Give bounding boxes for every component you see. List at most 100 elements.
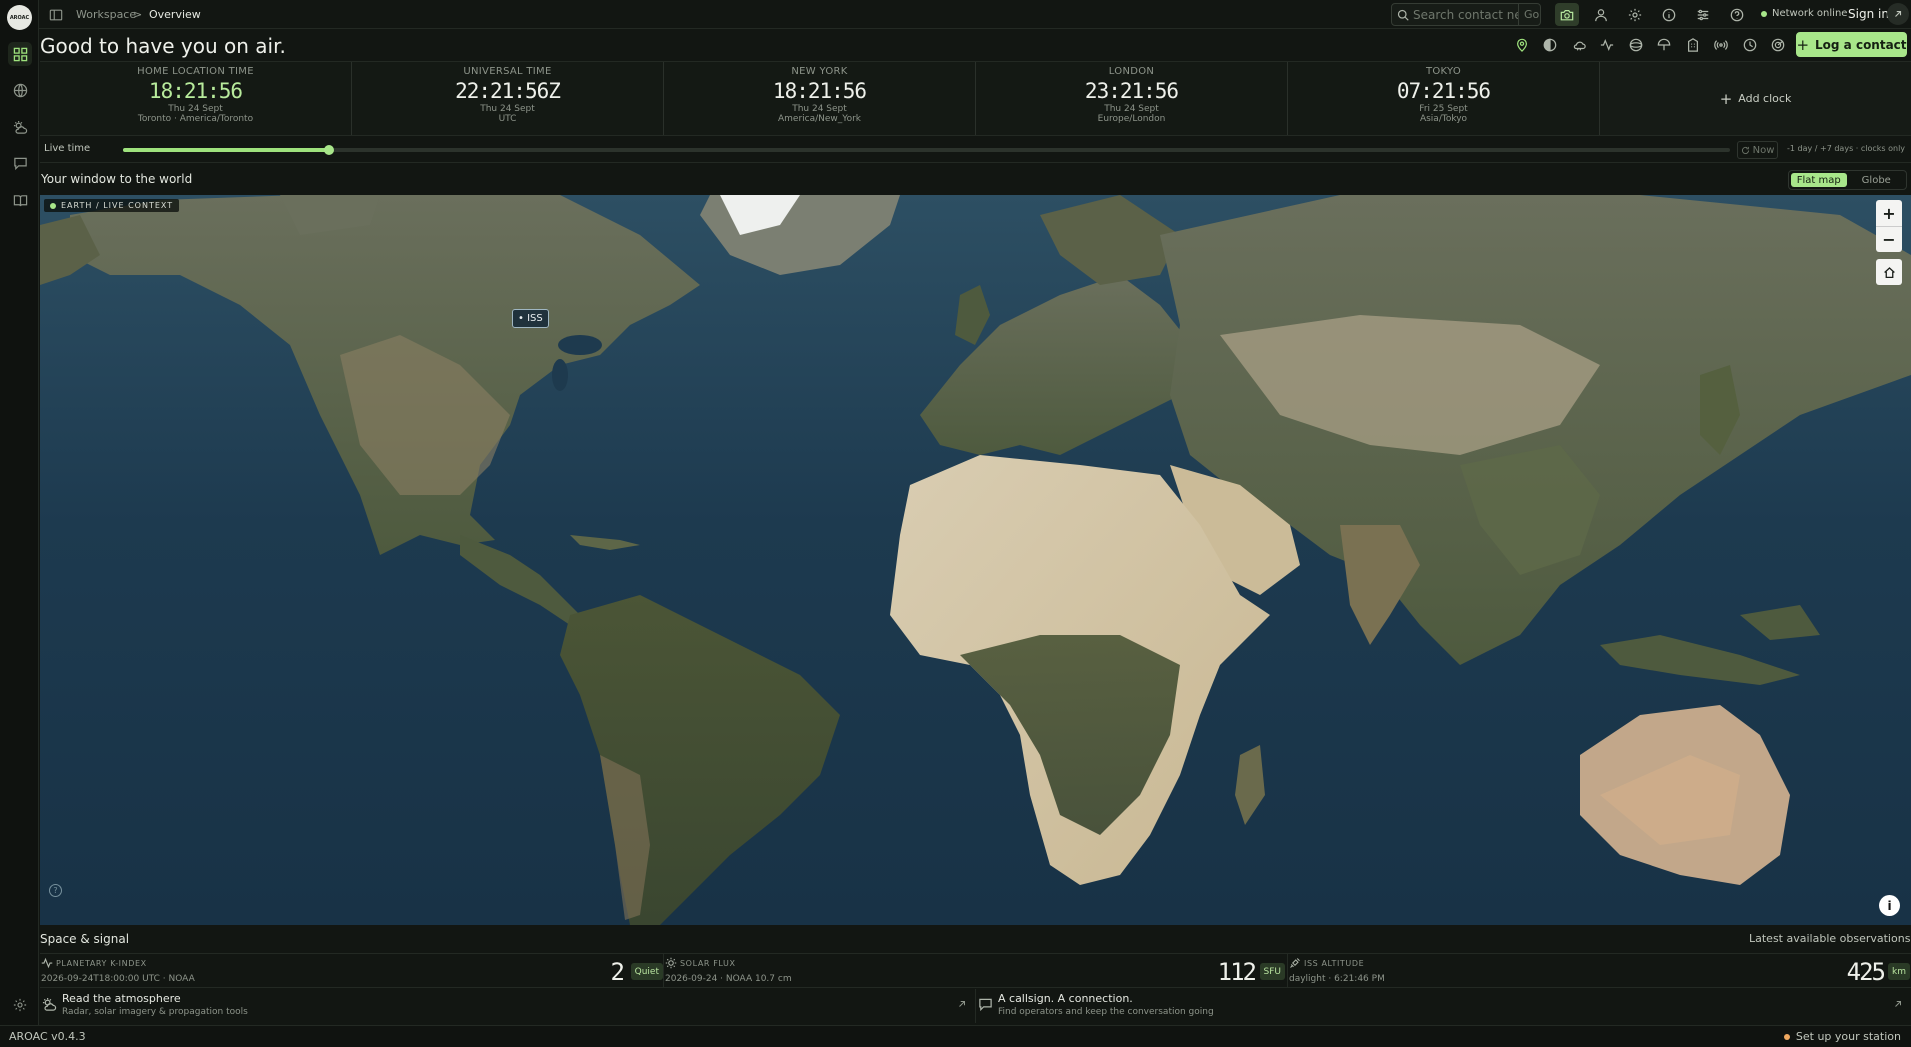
settings-nav-button[interactable] [8,993,32,1017]
propagation-tool-button[interactable] [1769,36,1787,54]
k-index-label: PLANETARY K-INDEX [56,958,147,968]
atmosphere-card[interactable]: Read the atmosphere Radar, solar imagery… [40,989,976,1023]
arrow-up-right-icon [957,999,967,1009]
live-dot [50,202,56,209]
k-index-metric: PLANETARY K-INDEX 2026-09-24T18:00:00 UT… [40,954,664,987]
night-tool-button[interactable] [1541,36,1559,54]
setup-station-link[interactable]: Set up your station [1783,1030,1901,1043]
clock-zone: Toronto · America/Toronto [137,114,254,124]
clock-icon [1743,38,1757,52]
add-clock-button[interactable]: + Add clock [1600,62,1911,135]
atmosphere-card-title: Read the atmosphere [62,992,181,1005]
filters-button[interactable] [1691,3,1715,26]
sign-in-button[interactable] [1887,3,1909,25]
sliders-icon [1696,8,1710,22]
time-slider-thumb[interactable] [323,145,334,155]
dashboard-nav-button[interactable] [8,42,32,66]
sun-icon [665,957,677,969]
sign-in-link[interactable]: Sign in [1848,7,1889,21]
info-button[interactable] [1657,3,1681,26]
profile-button[interactable] [1589,3,1613,26]
clock-zone: UTC [498,114,517,124]
clock-london[interactable]: LONDON 23:21:56 Thu 24 Sept Europe/Londo… [976,62,1288,135]
iss-altitude-unit-badge: km [1888,963,1910,980]
home-view-button[interactable] [1876,259,1902,285]
breadcrumb-workspace[interactable]: Workspace [76,8,136,21]
clock-utc[interactable]: UNIVERSAL TIME 22:21:56Z Thu 24 Sept UTC [352,62,664,135]
search-input[interactable] [1413,7,1518,22]
network-status: Network online [1772,8,1848,19]
sidebar-toggle-button[interactable] [44,3,68,26]
time-slider-fill [123,148,329,152]
left-rail: AROAC [0,0,39,1047]
clock-label: HOME LOCATION TIME [137,66,254,77]
callsign-card-title: A callsign. A connection. [998,992,1133,1005]
plus-icon: + [1719,89,1733,108]
clock-new-york[interactable]: NEW YORK 18:21:56 Thu 24 Sept America/Ne… [664,62,976,135]
space-metrics: PLANETARY K-INDEX 2026-09-24T18:00:00 UT… [40,953,1911,988]
weather-nav-button[interactable] [8,115,32,139]
logbook-nav-button[interactable] [8,188,32,212]
solar-flux-label: SOLAR FLUX [680,958,736,968]
solar-flux-value: 112 [1217,958,1257,986]
location-tool-button[interactable] [1513,36,1531,54]
page-title: Good to have you on air. [40,34,286,58]
search-go-button[interactable]: Go [1518,4,1544,25]
globe-nav-button[interactable] [8,78,32,102]
k-index-value: 2 [610,958,626,986]
app-version: AROAC v0.4.3 [9,1030,86,1043]
map-pin-icon [1515,38,1529,52]
now-button[interactable]: Now [1737,141,1778,159]
book-icon [13,193,28,208]
clock-time: 07:21:56 [1396,79,1491,103]
map-help-button[interactable]: ? [49,884,62,897]
time-range-note: -1 day / +7 days · clocks only [1787,144,1906,153]
chat-icon [978,997,993,1012]
map-info-button[interactable]: i [1879,895,1900,916]
clock-tool-button[interactable] [1741,36,1759,54]
camera-icon [1560,8,1574,22]
arrow-up-right-icon [1893,9,1903,19]
globe-tab[interactable]: Globe [1849,173,1905,187]
stations-tool-button[interactable] [1684,36,1702,54]
zoom-out-button[interactable]: − [1876,226,1902,252]
clock-zone: Europe/London [1097,114,1166,124]
solar-flux-metric: SOLAR FLUX 2026-09-24 · NOAA 10.7 cm 112… [664,954,1288,987]
solar-flux-source: 2026-09-24 · NOAA 10.7 cm [665,974,792,984]
satellite-icon [1289,957,1301,969]
sun-cloud-icon [42,997,57,1012]
time-slider[interactable] [123,145,1730,155]
world-map-image [40,195,1911,925]
settings-button[interactable] [1623,3,1647,26]
camera-button[interactable] [1555,3,1579,26]
iss-altitude-value: 425 [1846,958,1886,986]
zoom-in-button[interactable]: + [1876,200,1902,226]
log-contact-button[interactable]: + Log a contact [1796,32,1907,57]
callsign-card[interactable]: A callsign. A connection. Find operators… [976,989,1911,1023]
clock-home[interactable]: HOME LOCATION TIME 18:21:56 Thu 24 Sept … [40,62,352,135]
messages-nav-button[interactable] [8,151,32,175]
aurora-tool-button[interactable] [1655,36,1673,54]
clock-date: Fri 25 Sept [1419,104,1468,114]
help-button[interactable] [1725,3,1749,26]
app-logo[interactable]: AROAC [7,5,32,30]
clock-tokyo[interactable]: TOKYO 07:21:56 Fri 25 Sept Asia/Tokyo [1288,62,1600,135]
iss-marker[interactable]: • ISS [512,309,549,328]
clock-time: 22:21:56Z [455,79,561,103]
umbrella-icon [1657,38,1671,52]
activity-tool-button[interactable] [1598,36,1616,54]
satellite-tool-button[interactable] [1627,36,1645,54]
home-icon [1883,266,1896,279]
clock-time: 18:21:56 [148,79,243,103]
radio-tool-button[interactable] [1712,36,1730,54]
map-view-toggle: Flat map Globe [1788,170,1907,190]
weather-tool-button[interactable] [1570,36,1588,54]
world-clocks: HOME LOCATION TIME 18:21:56 Thu 24 Sept … [40,61,1911,136]
solar-flux-label-row: SOLAR FLUX [665,957,736,969]
flat-map-tab[interactable]: Flat map [1791,173,1847,187]
callsign-card-subtitle: Find operators and keep the conversation… [998,1007,1214,1017]
world-map[interactable]: EARTH / LIVE CONTEXT • ISS + − ? i [40,195,1911,925]
iss-altitude-label-row: ISS ALTITUDE [1289,957,1364,969]
iss-altitude-metric: ISS ALTITUDE daylight · 6:21:46 PM 425 k… [1288,954,1911,987]
cloud-icon [1572,38,1586,52]
